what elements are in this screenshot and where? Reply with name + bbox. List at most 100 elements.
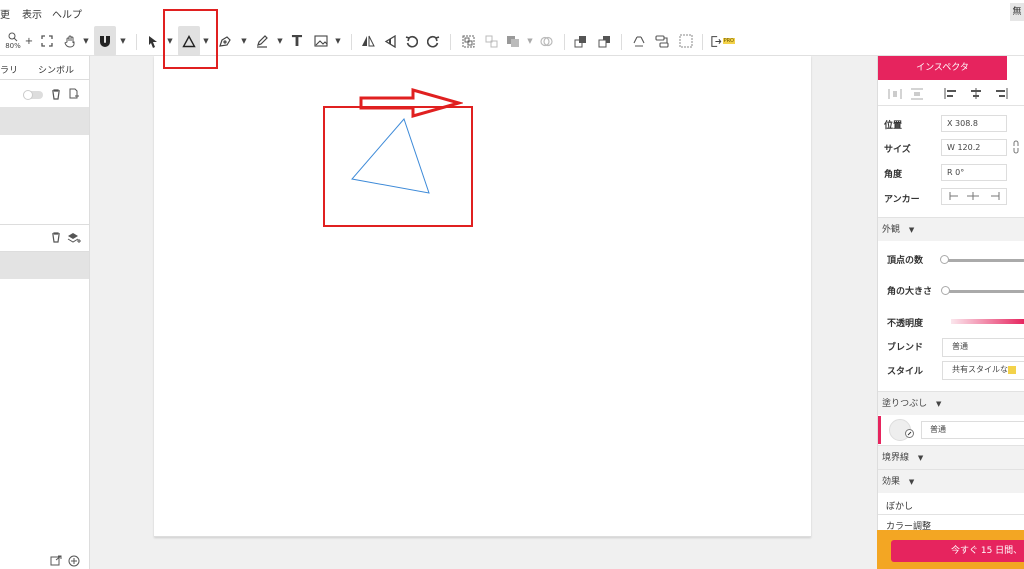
flip-vertical-icon[interactable] [382,26,398,56]
trash-icon[interactable] [51,232,61,243]
menu-help[interactable]: ヘルプ [52,6,82,21]
blur-option[interactable]: ぼかし [886,499,913,512]
left-panel-tabs: ラリ シンボル [0,56,89,80]
menu-partial-left[interactable]: 更 [0,6,10,21]
frame-icon[interactable] [677,26,695,56]
style-label: スタイル [887,367,924,377]
menu-right-button[interactable]: 無 [1010,3,1024,21]
blend-label: ブレンド [887,343,924,353]
toolbar-divider [621,34,622,50]
flip-horizontal-icon[interactable] [360,26,376,56]
toolbar-divider [136,34,137,50]
position-x-field[interactable]: X 308.8 [941,115,1007,132]
pencil-tool-icon[interactable] [253,26,271,56]
add-layer-icon[interactable] [67,231,81,244]
chevron-down-icon[interactable]: ▼ [334,26,342,56]
chevron-down-icon[interactable]: ▼ [82,26,90,56]
chevron-down-icon: ▼ [908,226,915,234]
distribute-vertical-icon[interactable] [910,88,924,100]
trial-banner: 今すぐ 15 日間、 [877,530,1024,569]
pen-tool-icon[interactable] [216,26,234,56]
angle-label: 角度 [884,170,903,180]
select-arrow-icon[interactable] [146,26,160,56]
style-select[interactable]: 共有スタイルな [942,361,1024,380]
menu-view[interactable]: 表示 [22,6,42,21]
add-page-icon[interactable] [69,88,79,100]
align-left-icon[interactable] [944,87,958,100]
effects-section[interactable]: 効果 ▼ [878,469,1024,493]
layers-divider [0,224,89,252]
hand-icon[interactable] [60,26,80,56]
corner-size-label: 角の大きさ [887,287,933,297]
trash-icon[interactable] [51,89,61,100]
rotate-right-icon[interactable] [425,26,441,56]
layer-selected-row[interactable] [0,252,89,279]
trial-button[interactable]: 今すぐ 15 日間、 [891,540,1024,562]
layer-toolbar [0,84,89,106]
fit-icon[interactable] [38,26,56,56]
recycle-icon[interactable] [630,26,648,56]
link-icon[interactable] [1012,140,1020,154]
distribute-horizontal-icon[interactable] [888,88,902,100]
zoom-icon[interactable]: 80% [4,26,22,56]
size-width-field[interactable]: W 120.2 [941,139,1007,156]
menu-bar: 更 表示 ヘルプ 無 [0,0,1024,26]
appearance-section[interactable]: 外観 ▼ [878,217,1024,241]
pro-badge: PRO [722,38,735,44]
position-label: 位置 [884,121,903,131]
fill-row: 普通 [878,416,1024,444]
stroke-section[interactable]: 境界線 ▼ [878,445,1024,469]
export-icon[interactable]: PRO [711,26,735,56]
chevron-down-icon[interactable]: ▼ [240,26,248,56]
chevron-down-icon: ▼ [908,478,915,486]
anchor-control[interactable] [941,188,1007,205]
annotation-box-triangle-tool [163,9,218,69]
toolbar-divider [564,34,565,50]
toolbar-divider [702,34,703,50]
send-backward-icon[interactable] [596,26,612,56]
ungroup-icon[interactable] [483,26,499,56]
magnet-icon[interactable] [94,26,116,56]
annotation-arrow [359,88,463,118]
canvas-area[interactable] [90,56,877,569]
stroke-section-label: 境界線 [882,453,910,463]
boolean-icon[interactable] [538,26,554,56]
export-page-icon[interactable] [50,555,62,566]
align-icon[interactable] [653,26,671,56]
eyedropper-icon[interactable] [905,429,914,438]
chevron-down-icon[interactable]: ▼ [276,26,284,56]
tab-library[interactable]: ラリ [0,63,18,76]
blend-select[interactable]: 普通 [942,338,1024,357]
add-circle-icon[interactable] [68,555,80,567]
fill-type-select[interactable]: 普通 [921,421,1024,439]
toolbar-divider [450,34,451,50]
rotation-field[interactable]: R 0° [941,164,1007,181]
rotate-left-icon[interactable] [403,26,419,56]
vertex-count-slider-knob[interactable] [940,255,949,264]
page-selected-row[interactable] [0,107,89,135]
tab-inspector[interactable]: インスペクタ [878,56,1007,80]
text-tool-icon[interactable]: T [290,26,304,56]
anchor-label: アンカー [884,195,920,205]
group-icon[interactable] [460,26,476,56]
corner-size-slider[interactable] [944,290,1024,293]
tab-symbols[interactable]: シンボル [38,63,74,76]
image-tool-icon[interactable] [312,26,330,56]
zoom-plus-icon[interactable]: + [24,26,34,56]
chevron-down-icon[interactable]: ▼ [526,26,534,56]
visibility-toggle[interactable] [23,90,43,100]
zoom-level: 80% [5,42,21,50]
inspector-panel: インスペクタ 位置 X 308.8 サイズ W 120.2 角度 R 0° アン… [877,56,1024,569]
vertex-count-slider[interactable] [943,259,1024,262]
corner-size-slider-knob[interactable] [941,286,950,295]
align-right-icon[interactable] [994,87,1008,100]
toolbar: 80% + ▼ ▼ ▼ ▼ ▼ ▼ T ▼ ▼ PRO [0,26,1024,56]
chevron-down-icon[interactable]: ▼ [119,26,127,56]
fill-section[interactable]: 塗りつぶし ▼ [878,391,1024,415]
bring-forward-icon[interactable] [572,26,588,56]
opacity-slider[interactable] [951,319,1024,324]
align-center-icon[interactable] [969,87,983,100]
arrange-icon[interactable] [504,26,522,56]
artboard[interactable] [154,56,811,537]
align-toolbar [878,80,1024,106]
